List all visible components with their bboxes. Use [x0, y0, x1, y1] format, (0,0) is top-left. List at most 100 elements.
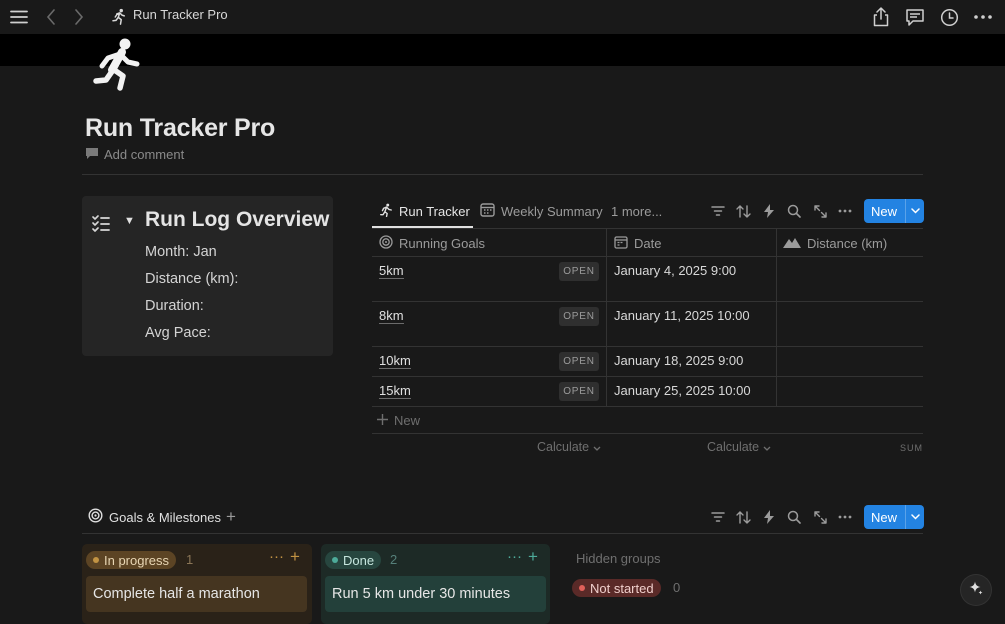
runner-icon[interactable]	[92, 36, 144, 92]
row-name[interactable]: 10km	[379, 353, 411, 369]
tab-weekly-summary[interactable]: Weekly Summary	[480, 196, 603, 226]
board-card[interactable]: Run 5 km under 30 minutes	[325, 576, 546, 612]
group-more-icon[interactable]: ···	[507, 548, 522, 565]
filter-icon[interactable]	[708, 201, 728, 221]
automation-bolt-icon[interactable]	[759, 201, 779, 221]
chevron-down-icon	[593, 440, 601, 454]
more-icon[interactable]	[835, 507, 855, 527]
group-count: 0	[673, 580, 681, 595]
history-icon[interactable]	[936, 4, 962, 30]
new-row[interactable]: New	[372, 406, 923, 433]
mountain-icon	[783, 236, 801, 251]
new-row-button[interactable]: New	[377, 413, 420, 428]
table-footer-divider	[372, 433, 923, 434]
callout-line-duration[interactable]: Duration:	[145, 298, 204, 314]
search-icon[interactable]	[784, 201, 804, 221]
group-count: 1	[186, 552, 194, 567]
tab-goals-milestones[interactable]: Goals & Milestones	[88, 508, 221, 526]
toggle-triangle-icon[interactable]: ▼	[124, 215, 135, 227]
column-header-running-goals[interactable]: Running Goals	[379, 229, 485, 257]
group-count: 2	[390, 552, 398, 567]
automation-bolt-icon[interactable]	[759, 507, 779, 527]
chevron-down-icon[interactable]	[905, 505, 924, 529]
group-add-icon[interactable]: +	[290, 547, 300, 567]
calculate-dropdown[interactable]: Calculate	[537, 440, 601, 454]
more-icon[interactable]	[835, 201, 855, 221]
callout-heading[interactable]: Run Log Overview	[145, 208, 329, 232]
comments-icon[interactable]	[902, 4, 928, 30]
target-icon	[379, 234, 393, 252]
open-button[interactable]: OPEN	[559, 307, 599, 326]
breadcrumb-title[interactable]: Run Tracker Pro	[133, 7, 228, 22]
share-icon[interactable]	[868, 4, 894, 30]
new-card-button[interactable]: New	[864, 505, 925, 529]
column-header-date[interactable]: Date	[614, 229, 661, 257]
expand-icon[interactable]	[810, 507, 830, 527]
table-row[interactable]: 5km OPEN January 4, 2025 9:00	[372, 256, 923, 301]
sort-icon[interactable]	[733, 507, 753, 527]
runner-icon	[106, 4, 132, 30]
calculate-label: Calculate	[537, 440, 590, 454]
column-header-distance[interactable]: Distance (km)	[783, 229, 887, 257]
table-row[interactable]: 10km OPEN January 18, 2025 9:00	[372, 346, 923, 376]
checklist-icon[interactable]	[92, 214, 110, 237]
search-icon[interactable]	[784, 507, 804, 527]
cover-band	[0, 34, 1005, 66]
top-bar: Run Tracker Pro	[0, 0, 1005, 34]
row-date[interactable]: January 18, 2025 9:00	[614, 353, 743, 368]
sum-label[interactable]: SUM	[900, 443, 923, 453]
callout-line-month[interactable]: Month: Jan	[145, 244, 217, 260]
new-label: New	[871, 203, 898, 219]
column-label: Running Goals	[399, 235, 485, 251]
menu-icon[interactable]	[6, 4, 32, 30]
chevron-down-icon	[763, 440, 771, 454]
callout-line-pace[interactable]: Avg Pace:	[145, 325, 211, 341]
hidden-groups-label[interactable]: Hidden groups	[576, 551, 661, 566]
row-name[interactable]: 5km	[379, 263, 404, 279]
expand-icon[interactable]	[810, 201, 830, 221]
plus-icon	[377, 413, 388, 428]
row-name[interactable]: 8km	[379, 308, 404, 324]
status-badge[interactable]: In progress	[86, 551, 177, 569]
add-comment-button[interactable]: Add comment	[86, 147, 184, 162]
column-label: Distance (km)	[807, 235, 888, 251]
status-label: Done	[343, 552, 375, 568]
table-row[interactable]: 8km OPEN January 11, 2025 10:00	[372, 301, 923, 346]
comment-icon	[86, 147, 98, 162]
open-button[interactable]: OPEN	[559, 262, 599, 281]
status-dot	[332, 557, 338, 563]
row-date[interactable]: January 25, 2025 10:00	[614, 383, 751, 398]
tab-label: Goals & Milestones	[109, 509, 221, 525]
group-more-icon[interactable]: ···	[269, 548, 284, 565]
target-icon	[88, 508, 103, 526]
sort-icon[interactable]	[733, 201, 753, 221]
back-icon[interactable]	[38, 4, 64, 30]
more-icon[interactable]	[970, 4, 996, 30]
row-date[interactable]: January 11, 2025 10:00	[614, 308, 750, 323]
forward-icon[interactable]	[66, 4, 92, 30]
group-add-icon[interactable]: +	[528, 547, 538, 567]
page-title[interactable]: Run Tracker Pro	[85, 114, 275, 143]
calculate-dropdown[interactable]: Calculate	[707, 440, 771, 454]
status-badge-not-started[interactable]: Not started	[572, 579, 661, 597]
row-date[interactable]: January 4, 2025 9:00	[614, 263, 736, 278]
board-card[interactable]: Complete half a marathon	[86, 576, 307, 612]
open-button[interactable]: OPEN	[559, 352, 599, 371]
chevron-down-icon[interactable]	[905, 199, 924, 223]
divider	[82, 174, 923, 175]
row-name[interactable]: 15km	[379, 383, 411, 399]
status-badge[interactable]: Done	[325, 551, 382, 569]
callout-block[interactable]: ▼ Run Log Overview Month: Jan Distance (…	[82, 196, 333, 356]
ai-assistant-button[interactable]	[961, 575, 991, 605]
callout-line-distance[interactable]: Distance (km):	[145, 271, 238, 287]
add-view-plus-icon[interactable]: +	[226, 508, 236, 526]
board-column-done: Done 2 ··· + Run 5 km under 30 minutes	[321, 544, 550, 624]
tab-run-tracker[interactable]: Run Tracker	[379, 196, 470, 226]
open-button[interactable]: OPEN	[559, 382, 599, 401]
table-row[interactable]: 15km OPEN January 25, 2025 10:00	[372, 376, 923, 406]
tab-more-views[interactable]: 1 more...	[611, 196, 662, 226]
new-entry-button[interactable]: New	[864, 199, 925, 223]
add-comment-label: Add comment	[104, 147, 185, 162]
sparkle-icon	[968, 580, 984, 601]
filter-icon[interactable]	[708, 507, 728, 527]
